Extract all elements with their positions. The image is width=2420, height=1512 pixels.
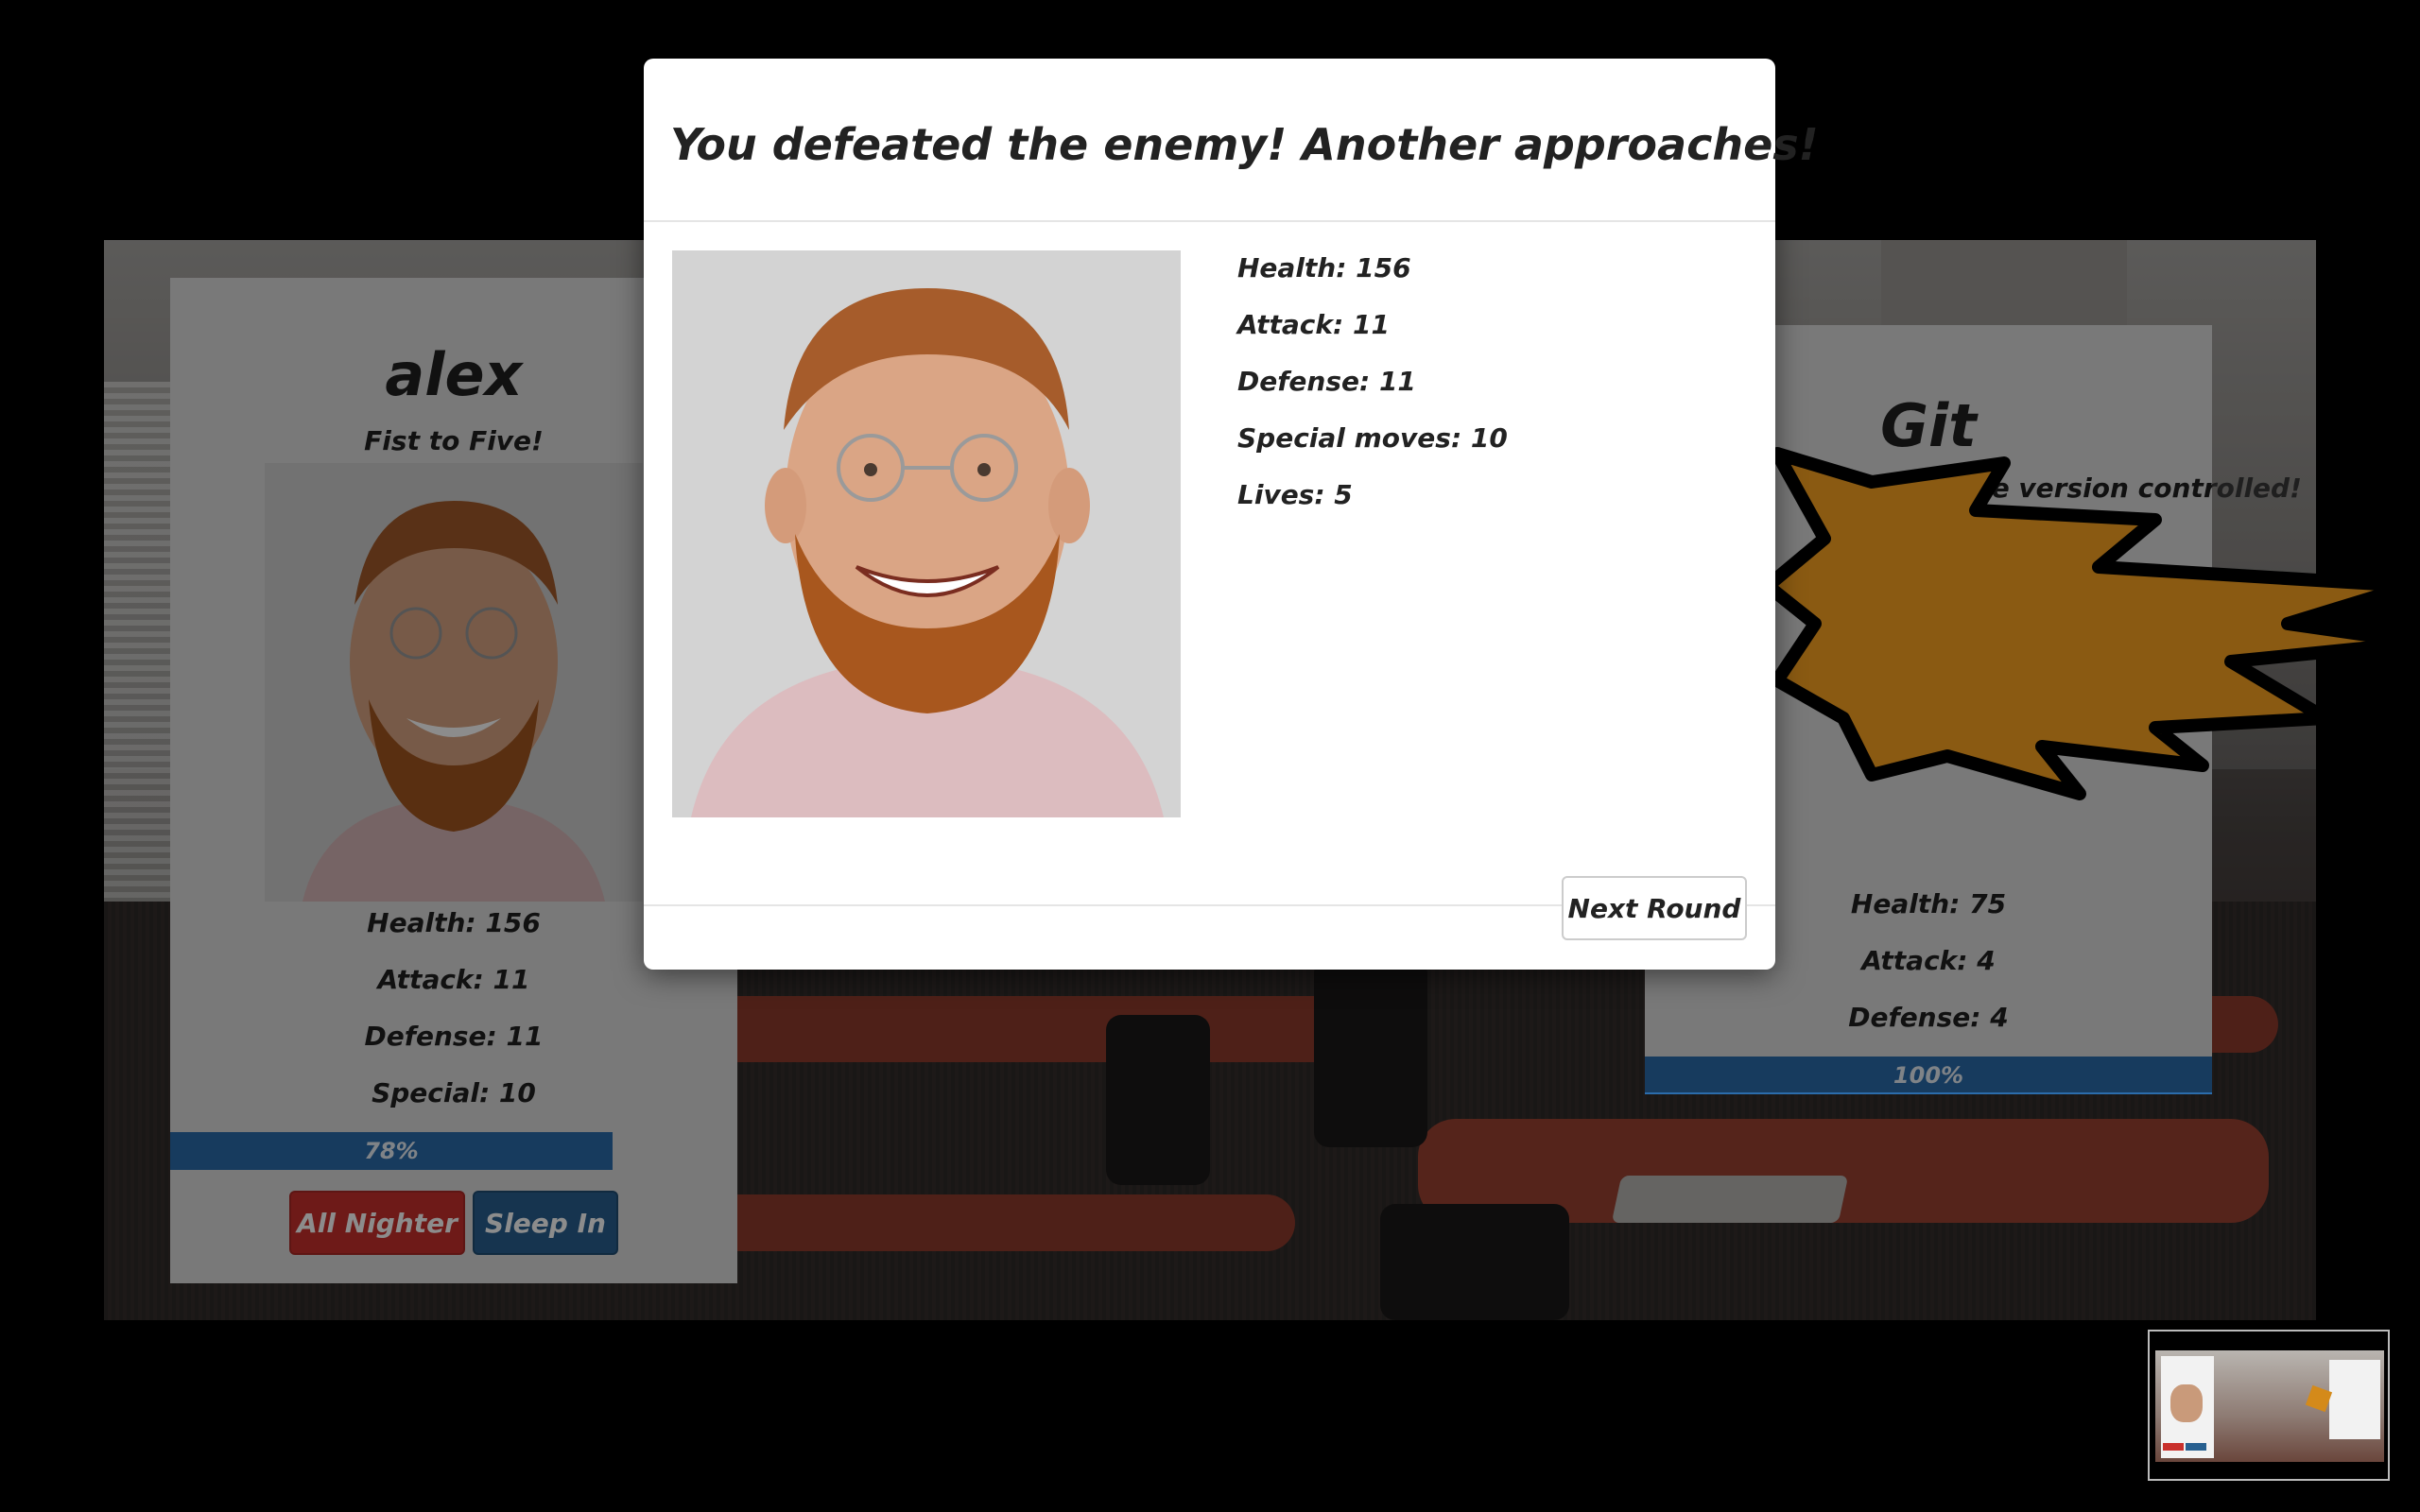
modal-defense: Defense: 11: [1237, 366, 1416, 397]
minimap-face-icon: [2170, 1384, 2203, 1422]
minimap-thumbnail[interactable]: [2148, 1330, 2390, 1481]
player-avatar: [265, 463, 643, 902]
next-round-button[interactable]: Next Round: [1562, 876, 1747, 940]
sleep-in-button[interactable]: Sleep In: [473, 1191, 618, 1255]
modal-body: Health: 156 Attack: 11 Defense: 11 Speci…: [644, 224, 1775, 904]
enemy-health-bar-fill: 100%: [1645, 1057, 2212, 1094]
modal-special-moves: Special moves: 10: [1237, 422, 1508, 454]
enemy-health-bar: 100%: [1645, 1057, 2212, 1094]
enemy-defense: Defense: 4: [1848, 1002, 2009, 1033]
game-stage: Git repare to be version controlled! Hea…: [0, 0, 2420, 1512]
player-special: Special: 10: [372, 1077, 536, 1108]
modal-player-photo: [672, 250, 1181, 817]
player-defense: Defense: 11: [364, 1021, 544, 1052]
minimap-button: [2186, 1443, 2206, 1451]
player-health-bar: 78%: [170, 1132, 737, 1170]
round-result-modal: You defeated the enemy! Another approach…: [644, 59, 1819, 970]
player-portrait-icon: [265, 463, 643, 902]
minimap-enemy-card: [2329, 1360, 2380, 1439]
minimap-button: [2163, 1443, 2184, 1451]
modal-lives: Lives: 5: [1237, 479, 1353, 510]
modal-title: You defeated the enemy! Another approach…: [670, 119, 1819, 170]
attack-burst-icon: [1761, 447, 2420, 800]
player-health-bar-fill: 78%: [170, 1132, 613, 1170]
modal-header: You defeated the enemy! Another approach…: [644, 59, 1819, 222]
modal-attack: Attack: 11: [1237, 309, 1390, 340]
all-nighter-button[interactable]: All Nighter: [289, 1191, 465, 1255]
modal-health: Health: 156: [1237, 252, 1411, 284]
player-portrait-icon: [672, 250, 1181, 817]
